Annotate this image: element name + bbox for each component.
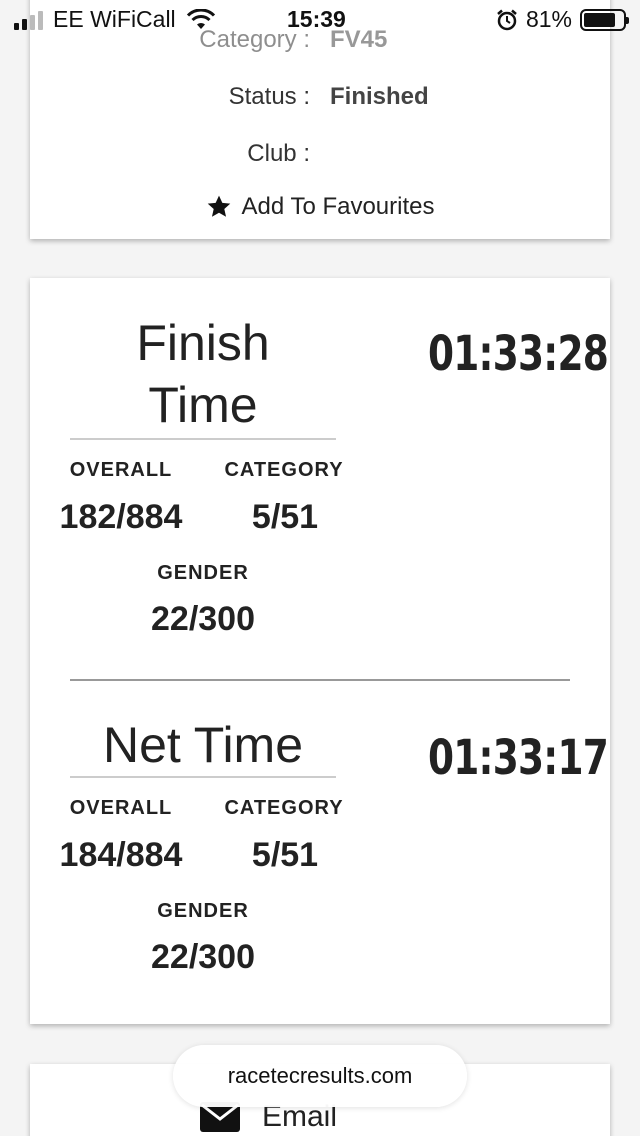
star-icon — [207, 195, 230, 217]
finish-gender-value: 22/300 — [151, 600, 255, 638]
net-overall-label: OVERALL — [69, 797, 173, 819]
net-category-label: CATEGORY — [224, 797, 344, 819]
finish-time-value: 01:33:28 — [428, 326, 609, 382]
finish-category-value: 5/51 — [251, 498, 319, 536]
finish-title-line1: Finish — [136, 315, 270, 371]
url-text: racetecresults.com — [227, 1063, 413, 1088]
results-card: Finish Time 01:33:28 OVERALL CATEGORY 18… — [30, 278, 610, 1024]
status-bar-right: 81% — [496, 6, 629, 33]
finish-overall-label: OVERALL — [69, 459, 173, 481]
net-gender-value: 22/300 — [151, 938, 255, 976]
finish-gender-label: GENDER — [157, 562, 249, 584]
clock: 15:39 — [287, 6, 346, 32]
finish-title-line2: Time — [148, 377, 258, 433]
battery-icon — [580, 8, 629, 31]
carrier-name: EE WiFiCall — [53, 6, 176, 32]
status-bar: EE WiFiCall 15:39 81% — [0, 0, 640, 40]
status-value: Finished — [330, 83, 429, 110]
net-time-value: 01:33:17 — [428, 730, 609, 786]
club-label: Club : — [247, 140, 310, 167]
net-time-title: Net Time — [70, 714, 336, 778]
add-to-favourites-button[interactable]: Add To Favourites — [30, 193, 610, 221]
net-gender-label: GENDER — [157, 900, 249, 922]
battery-percent: 81% — [525, 6, 572, 32]
finish-time-title: Finish Time — [70, 312, 336, 440]
net-category-value: 5/51 — [251, 836, 319, 874]
battery-fill — [584, 12, 615, 27]
finish-category-label: CATEGORY — [224, 459, 344, 481]
results-divider — [70, 679, 570, 681]
wifi-icon — [186, 8, 215, 29]
add-to-favourites-label: Add To Favourites — [241, 193, 435, 220]
status-label: Status : — [228, 83, 310, 110]
status-bar-left: EE WiFiCall — [14, 6, 216, 33]
signal-icon — [14, 10, 43, 30]
alarm-icon — [497, 9, 517, 30]
browser-url-bar[interactable]: racetecresults.com — [173, 1045, 467, 1107]
